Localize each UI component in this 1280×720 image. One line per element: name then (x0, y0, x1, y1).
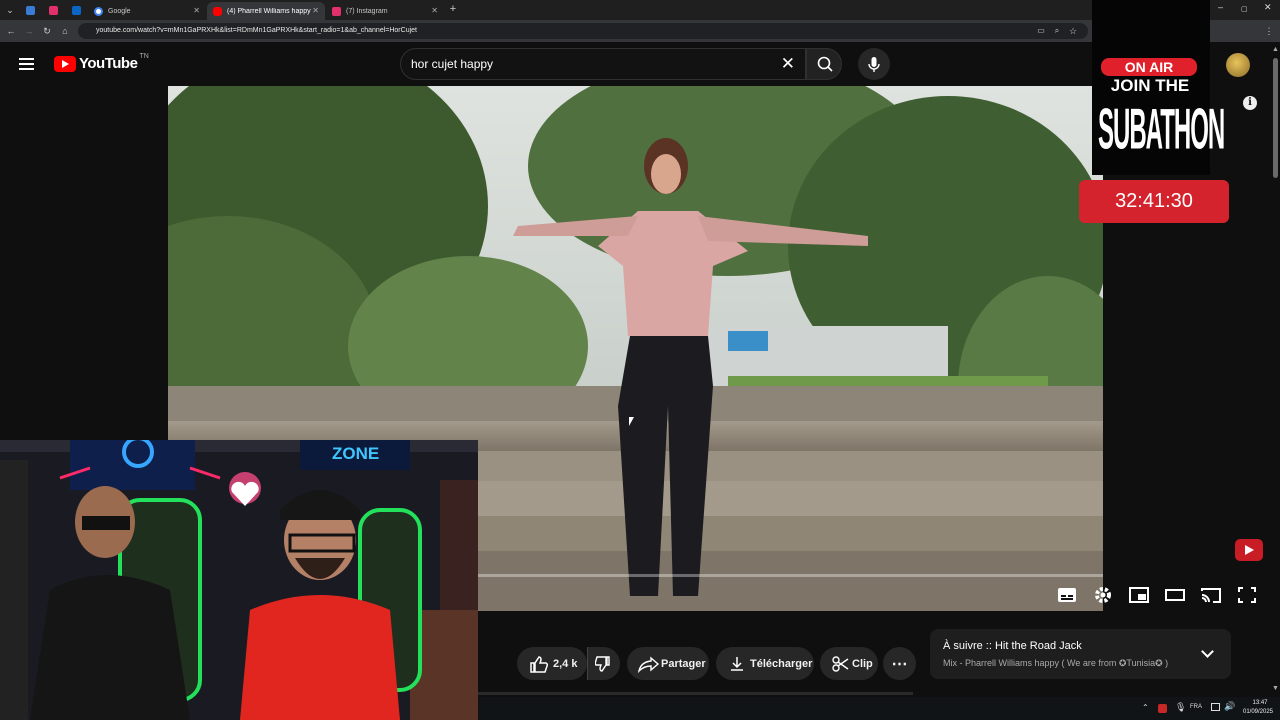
pinned-tab-linkedin[interactable] (68, 3, 84, 17)
system-taskbar: ⌃ 🎙 FRA 🔊 13:47 01/09/2025 (478, 692, 1280, 720)
search-button[interactable] (806, 48, 842, 80)
tab-title: (7) Instagram (346, 7, 388, 15)
join-text: JOIN THE (1110, 76, 1190, 95)
minimize-button[interactable]: – (1218, 2, 1223, 12)
like-button[interactable]: 2,4 k (517, 647, 587, 680)
subtitles-icon[interactable] (1057, 586, 1077, 604)
close-window-button[interactable]: ✕ (1264, 2, 1272, 13)
volume-icon[interactable]: 🔊 (1224, 701, 1235, 712)
tab-search-icon[interactable]: ⌄ (3, 3, 17, 17)
close-icon[interactable]: ✕ (193, 6, 200, 15)
like-count: 2,4 k (553, 657, 578, 670)
scissors-icon (832, 655, 849, 672)
reload-icon[interactable]: ↻ (40, 24, 54, 38)
download-button[interactable]: Télécharger (716, 647, 814, 680)
clip-button[interactable]: Clip (820, 647, 878, 680)
fullscreen-icon[interactable] (1237, 586, 1257, 604)
youtube-header: YouTube TN hor cujet happy ✕ (0, 42, 1090, 86)
up-next-title: À suivre :: Hit the Road Jack (943, 640, 1082, 652)
microphone-icon (868, 57, 880, 72)
more-actions-button[interactable]: ⋯ (883, 647, 916, 680)
url-text: youtube.com/watch?v=mMn1GaPRXHk&list=RDm… (96, 27, 417, 34)
cast-icon[interactable] (1201, 586, 1221, 604)
tab-instagram[interactable]: (7) Instagram ✕ (326, 2, 444, 20)
close-icon[interactable]: ✕ (431, 6, 438, 15)
taskbar-separator (478, 692, 913, 695)
avatar[interactable] (1226, 53, 1250, 77)
theater-mode-icon[interactable] (1165, 586, 1185, 604)
install-icon[interactable]: ▭ (1034, 24, 1048, 38)
subathon-text: SUBATHON (1098, 98, 1225, 163)
zone-sign: ZONE (332, 444, 380, 463)
thumbs-up-icon (530, 655, 549, 673)
language-indicator[interactable]: FRA (1190, 704, 1202, 710)
hamburger-menu-icon[interactable] (19, 58, 34, 70)
pinned-tab-2[interactable] (45, 3, 61, 17)
tab-google[interactable]: Google ✕ (88, 2, 206, 20)
timer-value: 32:41:30 (1115, 190, 1193, 212)
settings-gear-icon[interactable] (1093, 586, 1113, 604)
page-scrollbar[interactable]: ▲ ▼ (1270, 44, 1280, 697)
share-arrow-icon (637, 655, 660, 673)
youtube-logo[interactable]: YouTube TN (54, 53, 149, 72)
new-tab-button[interactable]: + (446, 2, 460, 16)
share-button[interactable]: Partager (627, 647, 709, 680)
browser-tab-bar: ⌄ Google ✕ (4) Pharrell Williams happy (… (0, 0, 1280, 20)
clip-label: Clip (852, 657, 873, 670)
pinned-tab-1[interactable] (22, 3, 38, 17)
browser-toolbar: ← → ↻ ⌂ youtube.com/watch?v=mMn1GaPRXHk&… (0, 20, 1280, 42)
back-icon[interactable]: ← (4, 24, 18, 38)
forward-icon[interactable]: → (22, 24, 36, 38)
subathon-overlay: ON AIR JOIN THE SUBATHON (1092, 0, 1225, 175)
clock-time[interactable]: 13:47 (1243, 700, 1277, 706)
thumbs-down-icon (595, 655, 610, 672)
download-label: Télécharger (750, 657, 813, 670)
share-label: Partager (661, 657, 706, 670)
dislike-button[interactable] (587, 647, 620, 680)
address-bar[interactable]: youtube.com/watch?v=mMn1GaPRXHk&list=RDm… (78, 23, 1088, 39)
scroll-up-arrow[interactable]: ▲ (1272, 46, 1279, 53)
instagram-icon (332, 6, 341, 16)
info-icon[interactable]: i (1243, 96, 1257, 110)
miniplayer-icon[interactable] (1129, 586, 1149, 604)
scroll-down-arrow[interactable]: ▼ (1272, 685, 1279, 692)
bookmark-star-icon[interactable]: ☆ (1066, 24, 1080, 38)
home-icon[interactable]: ⌂ (58, 24, 72, 38)
tab-youtube[interactable]: (4) Pharrell Williams happy ( We ✕ (207, 2, 325, 20)
search-icon (817, 56, 833, 72)
clock-date[interactable]: 01/09/2025 (1238, 709, 1278, 715)
tray-app-icon[interactable] (1158, 704, 1167, 713)
microphone-tray-icon[interactable]: 🎙 (1175, 702, 1186, 713)
tab-title: (4) Pharrell Williams happy ( We (227, 7, 311, 15)
on-air-badge: ON AIR (1101, 58, 1197, 76)
menu-dots-icon[interactable]: ⋮ (1262, 24, 1276, 38)
youtube-watermark-icon (1235, 539, 1263, 561)
up-next-subtitle: Mix - Pharrell Williams happy ( We are f… (943, 658, 1169, 668)
voice-search-button[interactable] (858, 48, 890, 80)
up-next-card[interactable]: À suivre :: Hit the Road Jack Mix - Phar… (930, 629, 1231, 679)
more-dots-icon: ⋯ (891, 655, 908, 673)
youtube-icon (213, 6, 222, 16)
download-icon (731, 656, 743, 671)
maximize-button[interactable]: ▢ (1241, 5, 1248, 13)
close-icon[interactable]: ✕ (312, 6, 319, 15)
network-icon[interactable] (1211, 703, 1220, 711)
tray-chevron-icon[interactable]: ⌃ (1142, 703, 1149, 712)
webcam-frame (0, 440, 478, 720)
google-icon (94, 6, 103, 16)
search-value: hor cujet happy (411, 57, 494, 71)
clear-search-icon[interactable]: ✕ (781, 49, 795, 79)
tab-title: Google (108, 7, 131, 15)
mouse-cursor-icon (629, 417, 634, 426)
scroll-thumb[interactable] (1273, 58, 1278, 178)
webcam-overlay: ZONE (0, 440, 478, 720)
search-input[interactable]: hor cujet happy ✕ (400, 48, 806, 80)
chevron-down-icon[interactable] (1201, 645, 1214, 658)
zoom-icon[interactable]: ⌕ (1050, 24, 1064, 38)
logo-text: YouTube (79, 55, 138, 72)
subathon-timer: 32:41:30 (1079, 180, 1229, 223)
country-code: TN (139, 53, 149, 60)
youtube-play-icon (54, 55, 76, 72)
